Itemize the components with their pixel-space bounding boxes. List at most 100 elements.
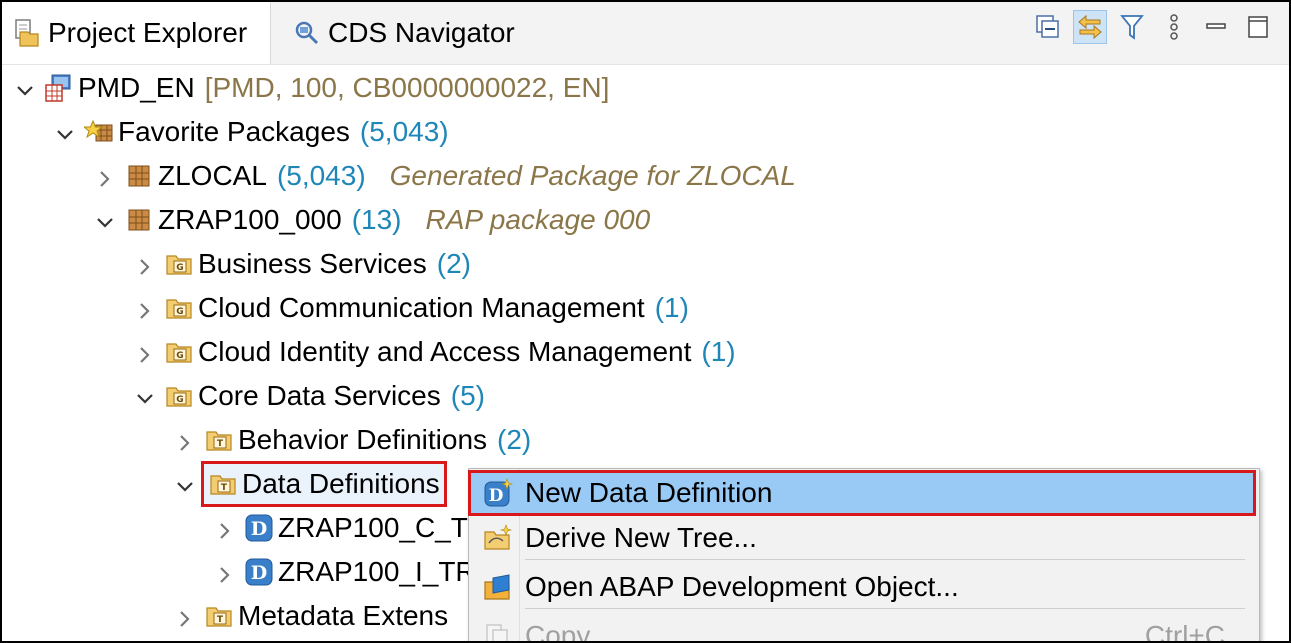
- svg-text:T: T: [217, 615, 224, 625]
- filter-button[interactable]: [1115, 10, 1149, 44]
- menu-item-shortcut: Ctrl+C: [1144, 620, 1225, 643]
- view-toolbar: [1031, 10, 1275, 44]
- view-tab-bar: Project Explorer CDS Navigator: [2, 2, 1289, 65]
- tree-item-metadata-extensions[interactable]: T Metadata Extens: [174, 594, 448, 638]
- item-count: (5,043): [276, 160, 366, 191]
- tree-label: ZRAP100_C_T: [278, 512, 468, 543]
- tree-label: ZRAP100_I_TR: [278, 556, 476, 587]
- tree-item-cloud-communication[interactable]: G Cloud Communication Management (1): [134, 286, 689, 330]
- package-icon: [124, 205, 154, 235]
- chevron-right-icon[interactable]: [94, 165, 116, 187]
- chevron-right-icon[interactable]: [214, 561, 236, 583]
- menu-separator: [525, 559, 1245, 560]
- collapse-all-icon: [1036, 15, 1059, 38]
- project-explorer-view: Project Explorer CDS Navigator PMD_EN [P…: [0, 0, 1291, 643]
- item-count: (1): [654, 292, 689, 323]
- data-definition-icon: D: [244, 557, 274, 587]
- tree-label: Cloud Communication Management: [198, 292, 645, 323]
- item-count: (2): [436, 248, 471, 279]
- tab-label: Project Explorer: [48, 17, 248, 48]
- chevron-down-icon[interactable]: [54, 121, 76, 143]
- favorite-packages-icon: [84, 117, 114, 147]
- folder-g-icon: G: [164, 381, 194, 411]
- maximize-icon: [1248, 16, 1268, 38]
- cds-navigator-icon: [292, 18, 320, 48]
- chevron-down-icon[interactable]: [134, 385, 156, 407]
- selected-node-highlight: T Data Definitions: [201, 461, 447, 507]
- svg-text:D: D: [489, 486, 504, 506]
- collapse-all-button[interactable]: [1031, 10, 1065, 44]
- folder-t-icon: T: [204, 601, 234, 631]
- chevron-right-icon[interactable]: [174, 605, 196, 627]
- svg-text:T: T: [221, 483, 228, 493]
- tree-item-ddl-consumption[interactable]: D ZRAP100_C_T: [214, 506, 468, 550]
- chevron-down-icon[interactable]: [94, 209, 116, 231]
- tree-item-business-services[interactable]: G Business Services (2): [134, 242, 471, 286]
- copy-icon: [483, 621, 513, 641]
- svg-text:T: T: [217, 439, 224, 449]
- chevron-down-icon[interactable]: [14, 77, 36, 99]
- chevron-down-icon[interactable]: [174, 473, 196, 495]
- link-with-editor-icon: [1078, 14, 1102, 40]
- tree-item-favorite-packages[interactable]: Favorite Packages (5,043): [54, 110, 449, 154]
- open-abap-object-icon: [483, 572, 513, 602]
- tree-label: Data Definitions: [242, 468, 440, 499]
- chevron-right-icon[interactable]: [134, 253, 156, 275]
- project-explorer-icon: [12, 18, 40, 48]
- link-with-editor-button[interactable]: [1073, 10, 1107, 44]
- tree-item-project[interactable]: PMD_EN [PMD, 100, CB0000000022, EN]: [14, 66, 609, 110]
- svg-text:D: D: [251, 562, 267, 584]
- menu-item-label: Open ABAP Development Object...: [525, 571, 959, 602]
- svg-text:D: D: [251, 518, 267, 540]
- tree-item-behavior-definitions[interactable]: T Behavior Definitions (2): [174, 418, 531, 462]
- tree-item-package-zrap100[interactable]: ZRAP100_000 (13) RAP package 000: [94, 198, 650, 242]
- maximize-button[interactable]: [1241, 10, 1275, 44]
- folder-g-icon: G: [164, 293, 194, 323]
- tree-label: Cloud Identity and Access Management: [198, 336, 692, 367]
- item-count: (5): [450, 380, 485, 411]
- minimize-button[interactable]: [1199, 10, 1233, 44]
- project-name: PMD_EN: [78, 72, 195, 103]
- package-description: RAP package 000: [425, 204, 651, 235]
- item-count: (13): [351, 204, 402, 235]
- menu-item-copy[interactable]: Copy Ctrl+C: [469, 614, 1255, 643]
- menu-item-label: Copy: [525, 620, 591, 643]
- svg-text:G: G: [176, 307, 183, 317]
- menu-item-open-abap-object[interactable]: Open ABAP Development Object...: [469, 565, 1255, 609]
- folder-t-icon: T: [204, 425, 234, 455]
- tree-label: ZRAP100_000: [158, 204, 342, 235]
- item-count: (1): [701, 336, 736, 367]
- tree-label: Business Services: [198, 248, 427, 279]
- menu-item-new-data-definition[interactable]: D New Data Definition: [468, 470, 1256, 516]
- tree-item-package-zlocal[interactable]: ZLOCAL (5,043) Generated Package for ZLO…: [94, 154, 796, 198]
- item-count: (2): [497, 424, 532, 455]
- chevron-right-icon[interactable]: [214, 517, 236, 539]
- tree-item-core-data-services[interactable]: G Core Data Services (5): [134, 374, 485, 418]
- context-menu: D New Data Definition Derive New Tree...: [468, 468, 1260, 643]
- new-data-definition-icon: D: [483, 478, 513, 508]
- tree-item-data-definitions[interactable]: T Data Definitions: [174, 461, 447, 507]
- tab-project-explorer[interactable]: Project Explorer: [2, 2, 271, 64]
- filter-icon: [1120, 15, 1144, 40]
- tab-cds-navigator[interactable]: CDS Navigator: [282, 2, 515, 64]
- data-definition-icon: D: [244, 513, 274, 543]
- project-system-info: [PMD, 100, CB0000000022, EN]: [204, 72, 610, 103]
- tree-label: Behavior Definitions: [238, 424, 488, 455]
- folder-g-icon: G: [164, 337, 194, 367]
- tree-label: Metadata Extens: [238, 600, 449, 631]
- svg-text:G: G: [176, 263, 183, 273]
- tree-label: ZLOCAL: [158, 160, 267, 191]
- chevron-right-icon[interactable]: [174, 429, 196, 451]
- svg-text:G: G: [176, 351, 183, 361]
- tree-label: Core Data Services: [198, 380, 441, 411]
- folder-g-icon: G: [164, 249, 194, 279]
- tree-item-cloud-identity[interactable]: G Cloud Identity and Access Management (…: [134, 330, 736, 374]
- tree-item-ddl-interface[interactable]: D ZRAP100_I_TR: [214, 550, 476, 594]
- view-menu-button[interactable]: [1157, 10, 1191, 44]
- menu-item-label: Derive New Tree...: [525, 522, 757, 553]
- menu-item-derive-new-tree[interactable]: Derive New Tree...: [469, 516, 1255, 560]
- chevron-right-icon[interactable]: [134, 297, 156, 319]
- chevron-right-icon[interactable]: [134, 341, 156, 363]
- svg-text:G: G: [176, 395, 183, 405]
- tab-label: CDS Navigator: [328, 17, 515, 48]
